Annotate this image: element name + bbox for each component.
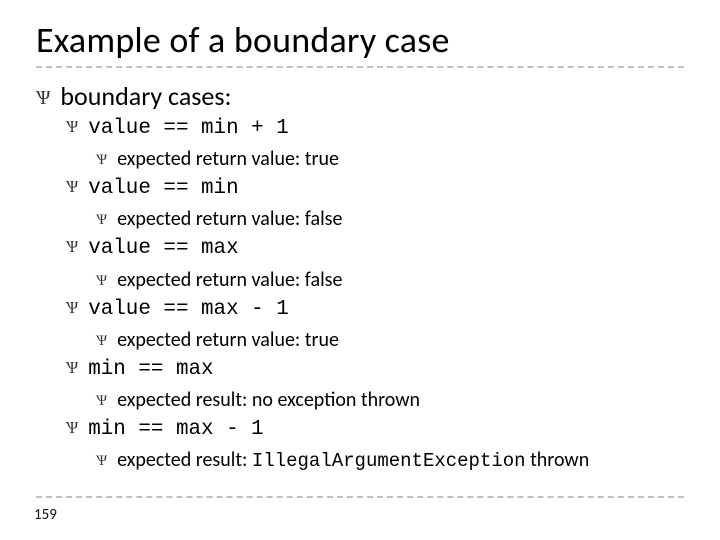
bullet-icon: Ѱ bbox=[66, 296, 78, 320]
expected-row: Ѱexpected return value: false bbox=[96, 265, 684, 295]
list-level-1: Ѱ boundary cases: bbox=[36, 80, 684, 114]
condition-text: min == max bbox=[88, 355, 213, 385]
bullet-icon: Ѱ bbox=[96, 390, 107, 413]
list-item: Ѱexpected return value: true bbox=[36, 144, 684, 174]
page-number: 159 bbox=[34, 506, 57, 524]
list-item: Ѱvalue == max - 1 bbox=[36, 295, 684, 325]
bullet-icon: Ѱ bbox=[96, 209, 107, 232]
condition-text: value == max - 1 bbox=[88, 295, 289, 325]
condition-row: Ѱmin == max - 1 bbox=[66, 415, 684, 445]
bullet-icon: Ѱ bbox=[66, 235, 78, 259]
expected-text: expected return value: true bbox=[117, 325, 339, 355]
expected-row: Ѱexpected result: IllegalArgumentExcepti… bbox=[96, 445, 684, 476]
condition-row: Ѱvalue == max bbox=[66, 234, 684, 264]
expected-row: Ѱexpected return value: false bbox=[96, 204, 684, 234]
expected-text: expected return value: false bbox=[117, 265, 342, 295]
list-item: Ѱexpected result: IllegalArgumentExcepti… bbox=[36, 445, 684, 476]
expected-row: Ѱexpected return value: true bbox=[96, 325, 684, 355]
bullet-icon: Ѱ bbox=[96, 270, 107, 293]
bottom-divider bbox=[36, 496, 684, 498]
bullet-icon: Ѱ bbox=[36, 86, 50, 111]
condition-text: value == min bbox=[88, 174, 238, 204]
list-item: Ѱmin == max - 1 bbox=[36, 415, 684, 445]
bullet-icon: Ѱ bbox=[66, 175, 78, 199]
slide: Example of a boundary case Ѱ boundary ca… bbox=[0, 0, 720, 540]
list-item: Ѱexpected return value: false bbox=[36, 204, 684, 234]
condition-text: value == max bbox=[88, 234, 238, 264]
bullet-icon: Ѱ bbox=[96, 330, 107, 353]
list-item: Ѱvalue == min + 1 bbox=[36, 114, 684, 144]
content-area: Ѱ boundary cases: Ѱvalue == min + 1Ѱexpe… bbox=[36, 68, 684, 476]
condition-row: Ѱvalue == max - 1 bbox=[66, 295, 684, 325]
bullet-icon: Ѱ bbox=[66, 115, 78, 139]
list-item: Ѱexpected return value: false bbox=[36, 265, 684, 295]
expected-row: Ѱexpected return value: true bbox=[96, 144, 684, 174]
condition-row: Ѱvalue == min + 1 bbox=[66, 114, 684, 144]
condition-row: Ѱvalue == min bbox=[66, 174, 684, 204]
expected-text: expected return value: true bbox=[117, 144, 339, 174]
condition-text: min == max - 1 bbox=[88, 415, 264, 445]
list-item: Ѱmin == max bbox=[36, 355, 684, 385]
condition-row: Ѱmin == max bbox=[66, 355, 684, 385]
expected-row: Ѱexpected result: no exception thrown bbox=[96, 385, 684, 415]
cases-list: Ѱvalue == min + 1Ѱexpected return value:… bbox=[36, 114, 684, 476]
slide-title: Example of a boundary case bbox=[36, 22, 684, 60]
list-item: Ѱvalue == max bbox=[36, 234, 684, 264]
list-item: Ѱvalue == min bbox=[36, 174, 684, 204]
bullet-icon: Ѱ bbox=[66, 356, 78, 380]
list-item: Ѱexpected result: no exception thrown bbox=[36, 385, 684, 415]
bullet-icon: Ѱ bbox=[66, 416, 78, 440]
expected-text: expected return value: false bbox=[117, 204, 342, 234]
expected-text: expected result: no exception thrown bbox=[117, 385, 420, 415]
expected-text: expected result: IllegalArgumentExceptio… bbox=[117, 445, 589, 476]
condition-text: value == min + 1 bbox=[88, 114, 289, 144]
bullet-icon: Ѱ bbox=[96, 450, 107, 473]
bullet-icon: Ѱ bbox=[96, 149, 107, 172]
list-item: Ѱexpected return value: true bbox=[36, 325, 684, 355]
heading-text: boundary cases: bbox=[60, 80, 231, 114]
list-item: Ѱ boundary cases: bbox=[36, 80, 684, 114]
